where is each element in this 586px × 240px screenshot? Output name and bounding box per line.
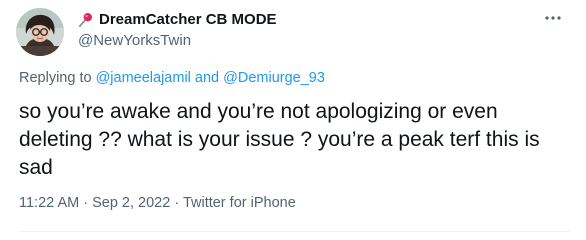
tweet-date[interactable]: Sep 2, 2022 <box>92 195 170 211</box>
replying-to-label: Replying to <box>19 70 96 86</box>
mention-link[interactable]: @Demiurge_93 <box>223 70 325 86</box>
meta-separator: · <box>170 195 183 211</box>
more-options-icon[interactable] <box>542 10 564 26</box>
author-display-name: DreamCatcher CB MODE <box>99 11 277 28</box>
tweet-card: DreamCatcher CB MODE @NewYorksTwin Reply… <box>0 0 586 240</box>
pushpin-icon <box>78 12 94 28</box>
tweet-time[interactable]: 11:22 AM <box>19 195 79 211</box>
author-handle[interactable]: @NewYorksTwin <box>78 32 191 50</box>
divider <box>19 231 570 232</box>
avatar[interactable] <box>16 8 64 56</box>
meta-separator: · <box>79 195 93 211</box>
avatar-image <box>16 8 64 56</box>
mention-joiner: and <box>190 70 224 86</box>
mention-link[interactable]: @jameelajamil <box>96 70 191 86</box>
tweet-text: so you’re awake and you’re not apologizi… <box>19 100 540 179</box>
tweet-metadata: 11:22 AM · Sep 2, 2022 · Twitter for iPh… <box>19 194 296 212</box>
tweet-source: Twitter for iPhone <box>182 195 296 211</box>
author-name-row[interactable]: DreamCatcher CB MODE <box>78 11 277 29</box>
replying-to-line: Replying to @jameelajamil and @Demiurge_… <box>19 69 325 87</box>
